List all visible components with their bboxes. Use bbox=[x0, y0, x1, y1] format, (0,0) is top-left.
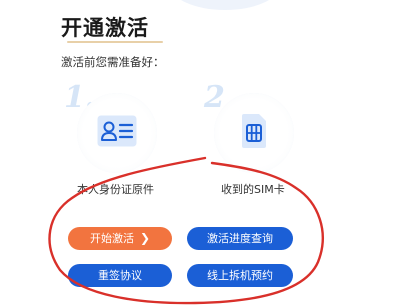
progress-query-button[interactable]: 激活进度查询 bbox=[187, 227, 293, 250]
title-underline bbox=[67, 41, 163, 43]
page-title: 开通激活 bbox=[61, 16, 149, 40]
intro-text: 激活前您需准备好： bbox=[61, 55, 165, 69]
resign-agreement-button[interactable]: 重签协议 bbox=[68, 264, 172, 287]
chevron-right-icon: ❯ bbox=[139, 231, 151, 245]
start-activation-button[interactable]: 开始激活 ❯ bbox=[68, 227, 172, 250]
sim-card-icon bbox=[240, 113, 268, 153]
step-2-circle bbox=[214, 93, 294, 173]
online-appointment-button[interactable]: 线上拆机预约 bbox=[187, 264, 293, 287]
header-decoration bbox=[170, 0, 280, 10]
step-1-caption: 本人身份证原件 bbox=[77, 183, 154, 196]
annotation-circle bbox=[48, 156, 324, 305]
step-1-circle bbox=[77, 93, 157, 173]
step-2-caption: 收到的SIM卡 bbox=[221, 183, 285, 196]
id-card-icon bbox=[97, 115, 137, 151]
start-activation-label: 开始激活 bbox=[89, 232, 134, 245]
